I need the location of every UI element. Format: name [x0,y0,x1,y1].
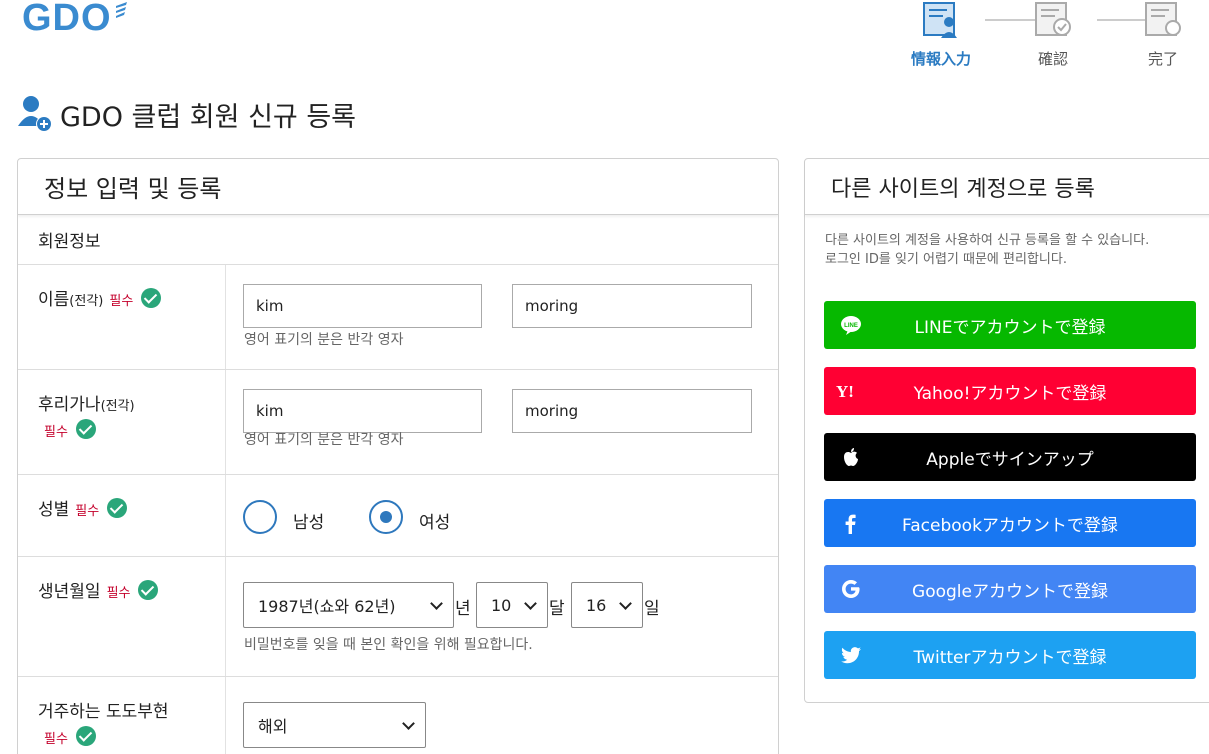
progress-steps: 情報入力 確認 完了 [909,0,1209,70]
line-icon: LINE [841,316,861,335]
registration-form-panel: 정보 입력 및 등록 회원정보 이름(전각) 필수 kim moring 영어 표… [17,158,779,754]
check-icon [75,726,96,746]
gdo-logo[interactable]: GDO [22,0,128,40]
step-confirm: 確認 [1013,0,1093,69]
apple-icon [844,448,858,466]
add-user-icon [18,96,52,132]
birthdate-row: 생년월일 필수 1987년(쇼와 62년) 년 10 달 16 일 비밀번호를 잊… [18,557,778,677]
yahoo-icon: Y! [836,382,854,401]
name-row: 이름(전각) 필수 kim moring 영어 표기의 분은 반각 영자 [18,265,778,370]
social-panel-title: 다른 사이트의 계정으로 등록 [805,159,1209,215]
gender-label: 성별 [38,500,70,520]
complete-icon [1145,2,1181,36]
page-title: GDO 클럽 회원 신규 등록 [16,94,356,134]
prefecture-label-cell: 거주하는 도도부현 필수 [18,677,226,754]
name-sub-label: (전각) [69,294,104,309]
svg-text:Y!: Y! [836,382,854,401]
step-label: 完了 [1147,50,1178,68]
facebook-signup-label: Facebookアカウントで登録 [902,515,1118,536]
social-description: 다른 사이트의 계정을 사용하여 신규 등록을 할 수 있습니다. 로그인 ID… [805,215,1197,269]
furigana-sub-label: (전각) [100,399,135,414]
name-label: 이름 [38,290,70,310]
line-signup-label: LINEでアカウントで登録 [914,317,1106,338]
social-desc-line1: 다른 사이트의 계정을 사용하여 신규 등록을 할 수 있습니다. [825,233,1150,248]
birthdate-label-cell: 생년월일 필수 [18,557,226,676]
page-title-text: GDO 클럽 회원 신규 등록 [60,101,357,133]
logo-wing-icon [115,2,127,18]
confirm-icon [1035,2,1071,36]
required-badge: 필수 [106,586,131,601]
last-name-input[interactable]: kim [243,284,482,328]
furigana-last-input[interactable]: kim [243,389,482,433]
step-input: 情報入力 [901,0,981,69]
gender-label-cell: 성별 필수 [18,475,226,556]
line-signup-button[interactable]: LINE LINEでアカウントで登録 [824,301,1196,349]
facebook-signup-button[interactable]: Facebookアカウントで登録 [824,499,1196,547]
check-icon [141,288,162,308]
furigana-row: 후리가나(전각) 필수 kim moring 영어 표기의 분은 반각 영자 [18,370,778,475]
check-icon [107,498,128,518]
facebook-icon [845,514,856,534]
yahoo-signup-button[interactable]: Y! Yahoo!アカウントで登録 [824,367,1196,415]
social-signup-panel: 다른 사이트의 계정으로 등록 다른 사이트의 계정을 사용하여 신규 등록을 … [804,158,1209,703]
month-unit: 달 [549,599,565,619]
step-label: 確認 [1037,50,1068,68]
name-hint: 영어 표기의 분은 반각 영자 [244,332,404,348]
required-badge: 필수 [109,294,134,309]
check-icon [75,419,96,439]
google-icon [842,580,860,598]
yahoo-signup-label: Yahoo!アカウントで登録 [913,383,1107,404]
gender-male-radio[interactable] [243,500,277,534]
required-badge: 필수 [44,425,68,440]
required-badge: 필수 [75,504,100,519]
form-input-icon [923,2,957,38]
birthdate-label: 생년월일 [38,582,101,602]
twitter-signup-button[interactable]: Twitterアカウントで登録 [824,631,1196,679]
apple-signup-label: Appleでサインアップ [926,449,1094,470]
day-unit: 일 [644,599,660,619]
year-unit: 년 [455,599,471,619]
check-icon [138,580,159,600]
furigana-label-cell: 후리가나(전각) 필수 [18,370,226,474]
section-member-info: 회원정보 [18,215,778,265]
birth-year-select[interactable]: 1987년(쇼와 62년) [243,582,454,628]
first-name-input[interactable]: moring [512,284,752,328]
twitter-signup-label: Twitterアカウントで登録 [913,647,1107,668]
logo-text: GDO [22,0,112,39]
required-badge: 필수 [44,732,68,747]
step-complete: 完了 [1123,0,1203,69]
gender-female-label[interactable]: 여성 [419,508,450,533]
prefecture-label: 거주하는 도도부현 [38,702,169,722]
google-signup-label: Googleアカウントで登録 [912,581,1108,602]
furigana-label: 후리가나 [38,395,101,415]
form-panel-title: 정보 입력 및 등록 [18,159,778,215]
birth-day-select[interactable]: 16 [571,582,643,628]
prefecture-row: 거주하는 도도부현 필수 해외 [18,677,778,754]
birth-month-select[interactable]: 10 [476,582,548,628]
social-desc-line2: 로그인 ID를 잊기 어렵기 때문에 편리합니다. [825,252,1067,267]
furigana-hint: 영어 표기의 분은 반각 영자 [244,432,404,448]
gender-female-radio[interactable] [369,500,403,534]
gender-male-label[interactable]: 남성 [293,508,324,533]
google-signup-button[interactable]: Googleアカウントで登録 [824,565,1196,613]
furigana-first-input[interactable]: moring [512,389,752,433]
birthdate-hint: 비밀번호를 잊을 때 본인 확인을 위해 필요합니다. [244,637,533,653]
gender-row: 성별 필수 남성 여성 [18,475,778,557]
name-label-cell: 이름(전각) 필수 [18,265,226,369]
twitter-icon [841,647,861,664]
prefecture-select[interactable]: 해외 [243,702,426,748]
apple-signup-button[interactable]: Appleでサインアップ [824,433,1196,481]
svg-text:LINE: LINE [844,323,858,329]
step-label: 情報入力 [910,50,971,68]
